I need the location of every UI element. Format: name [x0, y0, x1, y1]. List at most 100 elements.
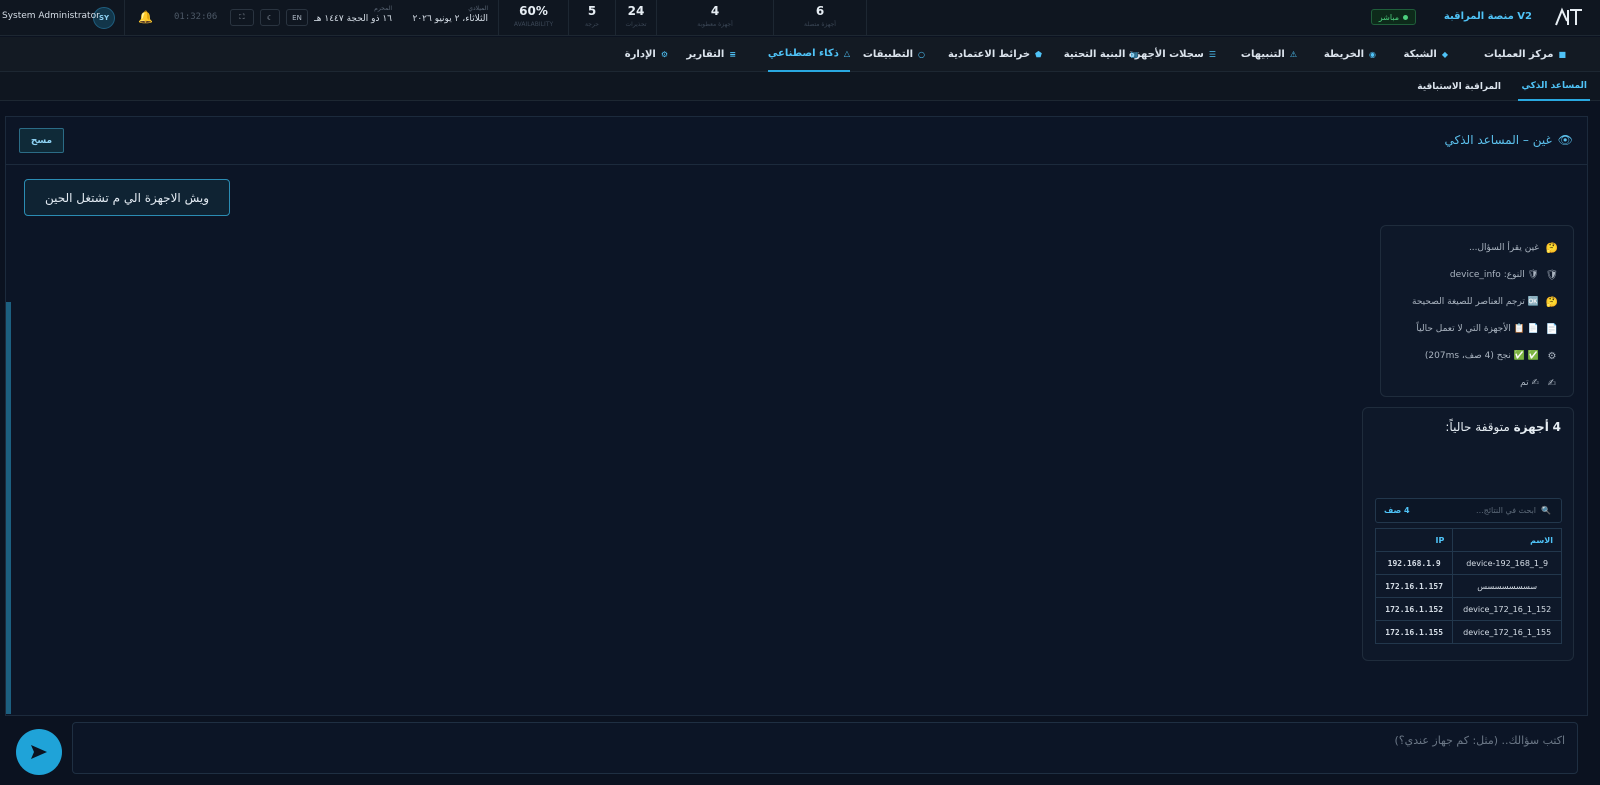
chat-input[interactable]: [72, 722, 1578, 774]
panel-title: 👁 غين – المساعد الذكي: [1445, 133, 1573, 147]
menu-icon: ≡: [729, 50, 736, 59]
square-icon: ■: [1558, 50, 1566, 59]
step-text: غين يقرأ السؤال...: [1468, 243, 1539, 253]
step-item: 🛡 🛡 النوع: device_info: [1450, 267, 1559, 283]
nav-applications[interactable]: ○ التطبيقات: [863, 37, 925, 72]
stat-value: 60%: [519, 4, 548, 18]
stat-connected-devices[interactable]: 6 أجهزة متصلة: [773, 0, 867, 36]
stat-label: حرجة: [585, 21, 599, 28]
app-logo[interactable]: [1554, 7, 1584, 27]
stat-value: 5: [587, 4, 597, 18]
document-icon: 📄: [1545, 323, 1559, 335]
stat-label: تحذيرات: [625, 21, 647, 28]
dark-mode-toggle[interactable]: ☾: [260, 9, 280, 26]
step-text: 📄 📋 الأجهزة التي لا تعمل حالياً: [1416, 324, 1539, 334]
stat-availability[interactable]: 60% AVAILABILITY: [498, 0, 568, 36]
nav-label: الإدارة: [624, 49, 656, 60]
stat-value: 24: [627, 4, 645, 18]
device-name: device_172_16_1_152: [1452, 597, 1562, 621]
send-button[interactable]: [16, 729, 62, 775]
device-name: device_172_16_1_155: [1452, 620, 1562, 644]
stat-warnings[interactable]: 24 تحذيرات: [615, 0, 656, 36]
divider: [124, 0, 125, 36]
device-name: device-192_168_1_9: [1452, 551, 1562, 575]
table-row[interactable]: device_172_16_1_152 172.16.1.152: [1374, 597, 1562, 621]
clock: 01:32:06: [174, 12, 218, 22]
device-ip: 192.168.1.9: [1374, 551, 1454, 575]
nav-operations-center[interactable]: ■ مركز العمليات: [1484, 37, 1566, 72]
triangle-icon: △: [843, 49, 850, 58]
answer-rest: متوقفة حالياً:: [1445, 420, 1510, 434]
hijri-date: المحرم ١٦ ذو الحجة ١٤٤٧ هـ: [314, 5, 392, 24]
live-dot-icon: [1403, 14, 1408, 20]
search-placeholder: 🔍 ابحث في النتائج...: [1476, 506, 1551, 515]
warning-icon: ⚠: [1289, 50, 1297, 59]
language-toggle-button[interactable]: EN: [286, 9, 308, 26]
nav-infrastructure[interactable]: ▤ البنية التحتية: [1064, 37, 1138, 72]
nav-label: ذكاء اصطناعي: [767, 48, 839, 59]
step-text: 🆗 ترجم العناصر للصيغة الصحيحة: [1412, 297, 1539, 307]
hijri-label: المحرم: [374, 5, 392, 12]
nav-label: التقارير: [686, 49, 725, 60]
user-message-bubble: ويش الاجهزة الي م تشتغل الحين: [24, 179, 230, 216]
results-table: الاسم IP device-192_168_1_9 192.168.1.9 …: [1374, 528, 1562, 644]
user-name[interactable]: System Administrator: [2, 11, 100, 21]
step-item: 🤔 غين يقرأ السؤال...: [1469, 240, 1559, 256]
search-icon: 🔍: [1541, 506, 1551, 515]
stat-failed-devices[interactable]: 4 أجهزة معطوبة: [656, 0, 773, 36]
gregorian-value: الثلاثاء، ٢ يونيو ٢٠٢٦: [412, 14, 488, 24]
top-bar: V2 منصة المراقبة مباشر 60% AVAILABILITY …: [0, 0, 1600, 36]
fullscreen-button[interactable]: ⛶: [230, 9, 254, 26]
map-pin-icon: ◉: [1369, 50, 1376, 59]
nav-reports[interactable]: ≡ التقارير: [686, 37, 736, 72]
scrollbar[interactable]: [6, 302, 11, 714]
gregorian-label: الميلادي: [468, 5, 488, 12]
step-text: ✅ ✅ نجح (4 صف، 207ms): [1424, 351, 1539, 361]
tab-smart-assistant[interactable]: المساعد الذكي: [1518, 72, 1590, 101]
nav-admin[interactable]: ⚙ الإدارة: [625, 37, 668, 72]
list-icon: ☰: [1208, 50, 1216, 59]
nav-network[interactable]: ◆ الشبكة: [1404, 37, 1448, 72]
answer-card: 4 أجهزة متوقفة حالياً: 🔍 ابحث في النتائج…: [1362, 407, 1574, 661]
column-header-ip[interactable]: IP: [1374, 528, 1454, 552]
stat-critical[interactable]: 5 حرجة: [568, 0, 615, 36]
server-icon: ▤: [1130, 50, 1138, 59]
nav-device-logs[interactable]: ☰ سجلات الأجهزة: [1129, 37, 1216, 72]
assistant-panel: 👁 غين – المساعد الذكي مسح ويش الاجهزة ال…: [5, 116, 1588, 716]
sub-tabs: المساعد الذكي المراقبة الاستباقية: [0, 72, 1600, 101]
stat-label: أجهزة معطوبة: [697, 21, 733, 28]
nav-alerts[interactable]: ⚠ التنبيهات: [1241, 37, 1297, 72]
stat-value: 4: [710, 4, 720, 18]
writing-hand-icon: ✍: [1547, 377, 1557, 389]
device-ip: 172.16.1.152: [1374, 597, 1454, 621]
step-item: 🤔 🆗 ترجم العناصر للصيغة الصحيحة: [1412, 294, 1559, 310]
nav-label: الخريطة: [1323, 49, 1365, 60]
column-header-name[interactable]: الاسم: [1452, 528, 1562, 552]
step-item: 📄 📄 📋 الأجهزة التي لا تعمل حالياً: [1416, 321, 1559, 337]
table-row[interactable]: device-192_168_1_9 192.168.1.9: [1374, 551, 1562, 575]
fullscreen-icon: ⛶: [239, 13, 245, 21]
row-count-badge: 4 صف: [1384, 506, 1410, 515]
tab-proactive-monitoring[interactable]: المراقبة الاستباقية: [1414, 72, 1504, 101]
stat-label: أجهزة متصلة: [804, 21, 836, 28]
results-search-input[interactable]: 🔍 ابحث في النتائج... 4 صف: [1375, 498, 1562, 523]
eye-icon: 👁: [1557, 133, 1573, 147]
gear-icon: ⚙: [1547, 350, 1557, 362]
answer-title: 4 أجهزة متوقفة حالياً:: [1445, 420, 1561, 434]
table-row[interactable]: device_172_16_1_155 172.16.1.155: [1374, 620, 1562, 644]
table-row[interactable]: سسسسسسسس 172.16.1.157: [1374, 574, 1562, 598]
moon-icon: ☾: [266, 13, 274, 22]
nav-ai[interactable]: △ ذكاء اصطناعي: [767, 37, 850, 72]
clear-chat-button[interactable]: مسح: [19, 128, 64, 153]
device-name: سسسسسسسس: [1452, 574, 1562, 598]
panel-title-text: غين – المساعد الذكي: [1444, 133, 1552, 147]
nav-map[interactable]: ◉ الخريطة: [1324, 37, 1376, 72]
notifications-bell-icon[interactable]: 🔔: [138, 10, 153, 24]
answer-count: 4: [1552, 420, 1561, 434]
step-text: ✍ تم: [1520, 378, 1539, 388]
live-label: مباشر: [1378, 12, 1399, 22]
shield-icon: 🛡: [1545, 269, 1559, 281]
step-item: ⚙ ✅ ✅ نجح (4 صف، 207ms): [1425, 348, 1559, 364]
nav-dependency-maps[interactable]: ⬟ خرائط الاعتمادية: [948, 37, 1042, 72]
nav-label: التنبيهات: [1240, 49, 1285, 60]
